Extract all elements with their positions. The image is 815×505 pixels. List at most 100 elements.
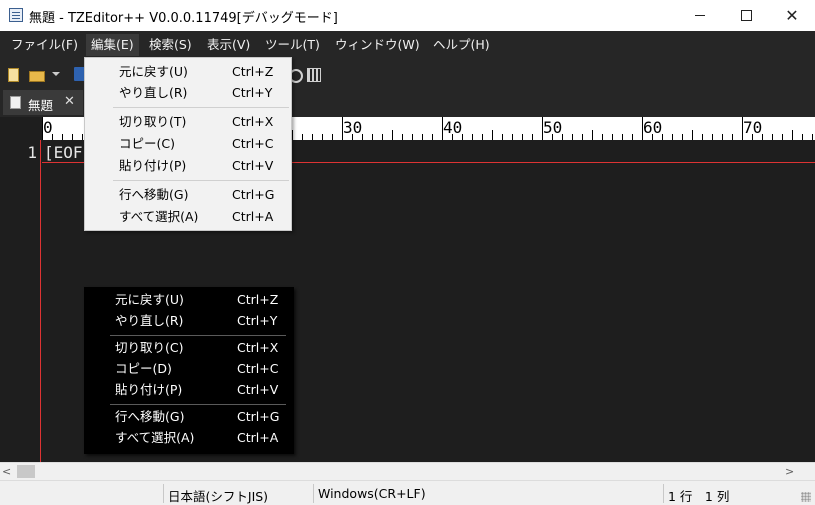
line-number-gutter: 1 [0,140,41,462]
menu-item-shortcut: Ctrl+G [237,409,280,424]
ruler-tick [452,134,453,140]
menu-tools[interactable]: ツール(T) [260,34,325,56]
horizontal-scrollbar[interactable]: < > [0,462,815,481]
scroll-right-icon[interactable]: > [785,465,794,478]
menu-item-label: すべて選択(A) [119,209,199,224]
ruler-tick [762,134,763,140]
status-separator [663,484,664,503]
ruler-tick [632,134,633,140]
ruler-tick [792,130,793,140]
close-button[interactable]: ✕ [769,0,815,31]
status-bar: 日本語(シフトJIS) Windows(CR+LF) 1 行 1 列 [0,480,815,505]
status-encoding[interactable]: 日本語(シフトJIS) [168,486,268,505]
ruler-tick [62,134,63,140]
scroll-corner [798,463,815,481]
ruler-tick [752,134,753,140]
menu-item-redo[interactable]: やり直し(R) Ctrl+Y [85,82,291,103]
menu-help[interactable]: ヘルプ(H) [428,34,495,56]
ruler-tick [812,134,813,140]
menu-file[interactable]: ファイル(F) [6,34,83,56]
ruler-tick [532,134,533,140]
menu-item-copy[interactable]: コピー(C) Ctrl+C [85,133,291,154]
ruler-tick [782,134,783,140]
menu-item-shortcut: Ctrl+Z [237,292,279,307]
menu-item-label: 切り取り(C) [115,340,184,355]
menu-item-shortcut: Ctrl+V [237,382,279,397]
ruler-tick [722,134,723,140]
eof-marker: [EOF [44,143,83,162]
open-dropdown-icon[interactable] [52,72,60,76]
line-number: 1 [27,143,37,162]
maximize-button[interactable] [723,0,769,31]
menu-item-shortcut: Ctrl+X [232,114,274,129]
menu-item-select-all[interactable]: すべて選択(A) Ctrl+A [85,206,291,227]
menu-edit[interactable]: 編集(E) [86,34,139,56]
menu-item-label: コピー(C) [119,136,175,151]
menu-item-undo[interactable]: 元に戻す(U) Ctrl+Z [85,61,291,82]
menu-window[interactable]: ウィンドウ(W) [330,34,425,56]
menu-bar: ファイル(F) 編集(E) 検索(S) 表示(V) ツール(T) ウィンドウ(W… [0,31,815,58]
menu-item-label: 行へ移動(G) [115,409,185,424]
tab-label: 無題 [28,98,54,113]
context-item-select-all[interactable]: すべて選択(A) Ctrl+A [84,427,294,448]
ruler-tick [582,134,583,140]
ruler-tick [332,134,333,140]
ruler-tick [422,134,423,140]
ruler-tick [602,134,603,140]
context-item-undo[interactable]: 元に戻す(U) Ctrl+Z [84,289,294,310]
ruler-tick [82,134,83,140]
tab-untitled[interactable]: 無題 ✕ [3,90,83,115]
context-item-paste[interactable]: 貼り付け(P) Ctrl+V [84,379,294,400]
menu-item-label: やり直し(R) [119,85,188,100]
ruler-tick [652,134,653,140]
ruler-tick [542,117,543,140]
menu-item-shortcut: Ctrl+Z [232,64,274,79]
menu-item-shortcut: Ctrl+Y [232,85,273,100]
ruler-tick [482,134,483,140]
ruler-tick [352,134,353,140]
menu-item-shortcut: Ctrl+G [232,187,275,202]
ruler-tick [682,134,683,140]
scroll-left-icon[interactable]: < [2,465,11,478]
menu-item-shortcut: Ctrl+C [237,361,279,376]
menu-item-label: 元に戻す(U) [115,292,184,307]
ruler-tick [702,134,703,140]
ruler-tick [492,130,493,140]
context-item-copy[interactable]: コピー(D) Ctrl+C [84,358,294,379]
scroll-thumb[interactable] [17,465,35,478]
tab-close-icon[interactable]: ✕ [64,94,75,109]
ruler-tick [442,117,443,140]
ruler-tick [572,134,573,140]
new-file-icon[interactable] [5,66,21,82]
context-item-redo[interactable]: やり直し(R) Ctrl+Y [84,310,294,331]
ruler-tick [362,134,363,140]
status-separator [313,484,314,503]
menu-search[interactable]: 検索(S) [144,34,197,56]
grid-icon[interactable] [305,66,321,82]
ruler-tick [522,134,523,140]
menu-item-goto-line[interactable]: 行へ移動(G) Ctrl+G [85,184,291,205]
status-line-ending[interactable]: Windows(CR+LF) [318,486,426,501]
status-separator [163,484,164,503]
resize-grip-icon[interactable] [801,492,811,502]
minimize-button[interactable] [677,0,723,31]
menu-item-cut[interactable]: 切り取り(T) Ctrl+X [85,111,291,132]
ruler-tick [612,134,613,140]
menu-item-shortcut: Ctrl+Y [237,313,278,328]
menu-separator [113,107,289,108]
context-item-cut[interactable]: 切り取り(C) Ctrl+X [84,337,294,358]
ruler-tick [502,134,503,140]
ruler-tick [392,130,393,140]
menu-item-label: 切り取り(T) [119,114,187,129]
menu-view[interactable]: 表示(V) [202,34,255,56]
status-position: 1 行 1 列 [668,489,730,504]
ruler-tick [672,134,673,140]
menu-item-shortcut: Ctrl+V [232,158,274,173]
menu-separator [113,180,289,181]
ruler-tick [52,134,53,140]
open-folder-icon[interactable] [28,66,45,82]
ruler-tick [432,134,433,140]
menu-item-paste[interactable]: 貼り付け(P) Ctrl+V [85,155,291,176]
context-item-goto-line[interactable]: 行へ移動(G) Ctrl+G [84,406,294,427]
ruler-tick [742,117,743,140]
